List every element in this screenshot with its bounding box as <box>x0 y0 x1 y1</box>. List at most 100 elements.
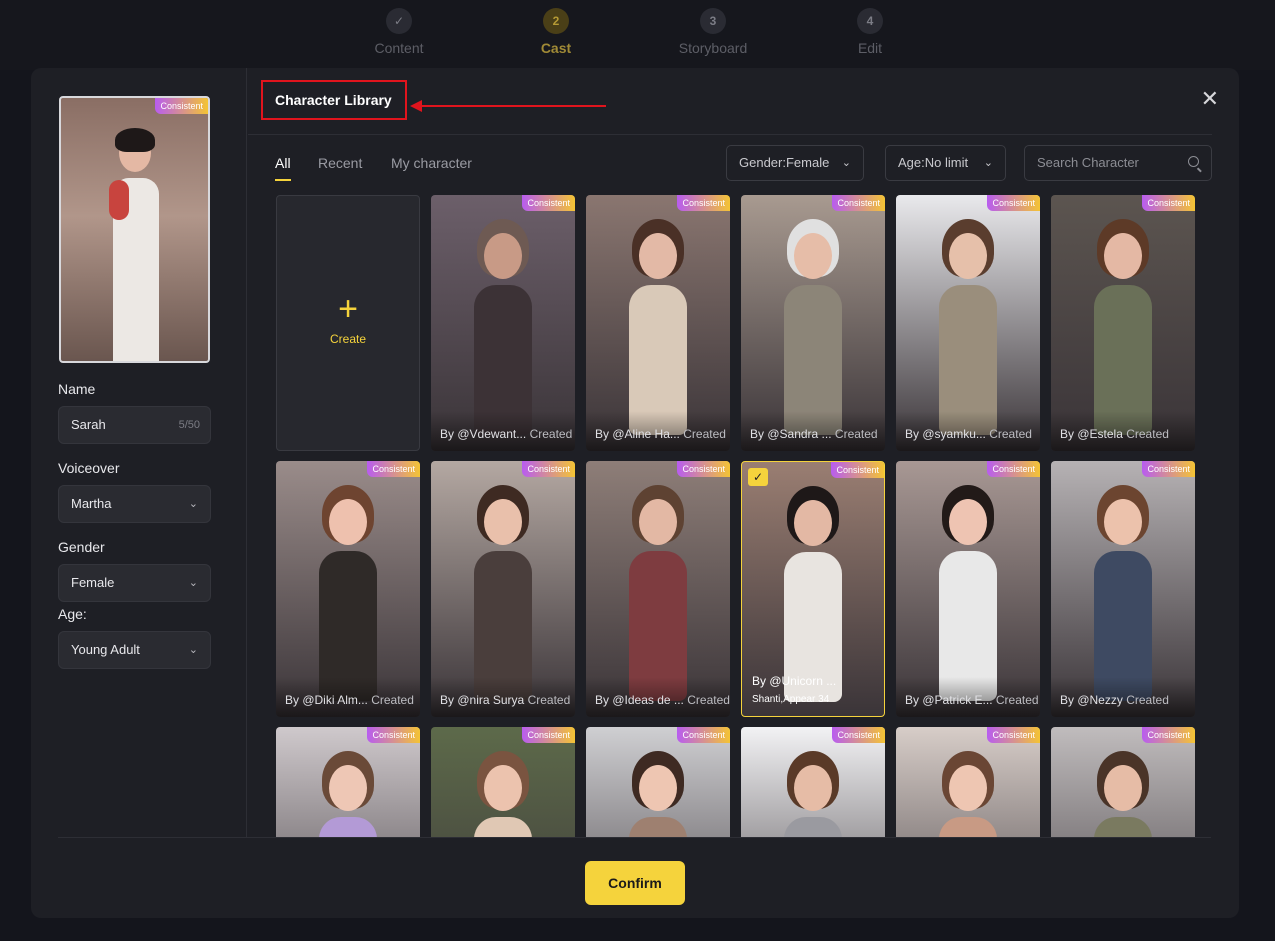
active-tab-indicator <box>275 179 291 181</box>
character-figure <box>95 128 175 361</box>
character-card[interactable]: Consistent By @Aline Ha... Created <box>586 195 730 451</box>
create-character-card[interactable]: + Create <box>276 195 420 451</box>
character-figure <box>1078 747 1168 838</box>
step-label: Storyboard <box>678 40 748 56</box>
character-card[interactable]: Consistent By @Vdewant... Created <box>431 195 575 451</box>
character-card[interactable]: Consistent By @Patrick E... Created <box>896 461 1040 717</box>
consistent-badge: Consistent <box>522 727 575 743</box>
name-value: Sarah <box>71 417 106 432</box>
consistent-badge: Consistent <box>1142 195 1195 211</box>
step-storyboard[interactable]: 3 Storyboard <box>653 8 773 56</box>
voiceover-value: Martha <box>71 496 112 511</box>
character-card[interactable]: Consistent By @syamku... Created <box>896 195 1040 451</box>
name-char-count: 5/50 <box>178 419 200 431</box>
library-panel: Character Library ✕ All Recent My charac… <box>248 68 1239 838</box>
step-number: 3 <box>700 8 726 34</box>
card-author: By @Diki Alm... Created <box>276 677 420 717</box>
character-details-panel: Consistent Name Sarah 5/50 Voiceover Mar… <box>31 68 247 838</box>
character-card[interactable]: Consistent By @Nezzy Created <box>1051 461 1195 717</box>
card-author: By @Unicorn ... <box>752 674 837 688</box>
chevron-down-icon: ⌄ <box>841 157 851 169</box>
voiceover-select[interactable]: Martha ⌄ <box>58 485 211 523</box>
character-figure <box>923 747 1013 838</box>
card-author: By @Aline Ha... Created <box>586 411 730 451</box>
step-label: Content <box>374 40 424 56</box>
character-card[interactable]: Consistent <box>586 727 730 838</box>
step-content[interactable]: ✓ Content <box>339 8 459 56</box>
checkmark-icon: ✓ <box>748 468 768 486</box>
consistent-badge: Consistent <box>155 98 208 114</box>
character-card[interactable]: Consistent <box>896 727 1040 838</box>
tab-all[interactable]: All <box>275 155 291 171</box>
consistent-badge: Consistent <box>1142 727 1195 743</box>
create-label: Create <box>329 332 367 346</box>
gender-select[interactable]: Female ⌄ <box>58 564 211 602</box>
step-number: 2 <box>543 8 569 34</box>
consistent-badge: Consistent <box>832 195 885 211</box>
wizard-stepper: ✓ Content 2 Cast 3 Storyboard 4 Edit <box>0 0 1275 70</box>
chevron-down-icon: ⌄ <box>983 157 993 169</box>
step-label: Edit <box>857 40 883 56</box>
search-character-input[interactable]: Search Character <box>1024 145 1212 181</box>
card-author: By @Vdewant... Created <box>431 411 575 451</box>
character-card[interactable]: Consistent By @Diki Alm... Created <box>276 461 420 717</box>
consistent-badge: Consistent <box>987 727 1040 743</box>
name-label: Name <box>58 381 96 397</box>
age-value: Young Adult <box>71 642 140 657</box>
consistent-badge: Consistent <box>832 727 885 743</box>
character-card[interactable]: Consistent <box>431 727 575 838</box>
card-subtitle: Shanti,Appear 34 <box>752 694 830 705</box>
header-divider <box>248 134 1212 135</box>
character-card[interactable]: Consistent <box>276 727 420 838</box>
check-icon: ✓ <box>386 8 412 34</box>
gender-label: Gender <box>58 539 105 555</box>
character-library-modal: Consistent Name Sarah 5/50 Voiceover Mar… <box>31 68 1239 918</box>
consistent-badge: Consistent <box>522 461 575 477</box>
close-icon[interactable]: ✕ <box>1201 86 1219 112</box>
chevron-down-icon: ⌄ <box>188 498 198 510</box>
name-input[interactable]: Sarah 5/50 <box>58 406 211 444</box>
character-card[interactable]: Consistent By @Estela Created <box>1051 195 1195 451</box>
voiceover-label: Voiceover <box>58 460 120 476</box>
chevron-down-icon: ⌄ <box>188 577 198 589</box>
gender-filter-select[interactable]: Gender:Female ⌄ <box>726 145 864 181</box>
card-author: By @Sandra ... Created <box>741 411 885 451</box>
consistent-badge: Consistent <box>367 461 420 477</box>
confirm-button[interactable]: Confirm <box>585 861 685 905</box>
character-figure <box>768 747 858 838</box>
age-filter-select[interactable]: Age:No limit ⌄ <box>885 145 1006 181</box>
character-figure <box>613 747 703 838</box>
step-label: Cast <box>540 40 572 56</box>
library-title: Character Library <box>275 92 392 108</box>
age-select[interactable]: Young Adult ⌄ <box>58 631 211 669</box>
consistent-badge: Consistent <box>987 461 1040 477</box>
consistent-badge: Consistent <box>1142 461 1195 477</box>
age-filter-value: Age:No limit <box>898 155 969 170</box>
search-icon <box>1188 156 1199 167</box>
chevron-down-icon: ⌄ <box>188 644 198 656</box>
search-placeholder: Search Character <box>1037 155 1139 170</box>
gender-filter-value: Gender:Female <box>739 155 830 170</box>
card-author: By @Nezzy Created <box>1051 677 1195 717</box>
card-author: By @Ideas de ... Created <box>586 677 730 717</box>
consistent-badge: Consistent <box>677 461 730 477</box>
card-author: By @syamku... Created <box>896 411 1040 451</box>
step-cast[interactable]: 2 Cast <box>496 8 616 56</box>
character-preview-image: Consistent <box>59 96 210 363</box>
tab-recent[interactable]: Recent <box>318 155 362 171</box>
character-card[interactable]: Consistent <box>741 727 885 838</box>
character-grid: + Create Consistent By @Vdewant... Create… <box>276 195 1200 838</box>
character-card[interactable]: Consistent By @nira Surya Created <box>431 461 575 717</box>
card-author: By @Estela Created <box>1051 411 1195 451</box>
tab-my-character[interactable]: My character <box>391 155 472 171</box>
character-card[interactable]: Consistent By @Ideas de ... Created <box>586 461 730 717</box>
character-figure <box>303 747 393 838</box>
character-card[interactable]: Consistent <box>1051 727 1195 838</box>
character-card[interactable]: Consistent By @Sandra ... Created <box>741 195 885 451</box>
character-card[interactable]: Consistent ✓ By @Unicorn ... Shanti,Appear … <box>741 461 885 717</box>
step-edit[interactable]: 4 Edit <box>810 8 930 56</box>
consistent-badge: Consistent <box>831 462 884 478</box>
footer-divider <box>58 837 1211 838</box>
character-figure <box>458 747 548 838</box>
step-number: 4 <box>857 8 883 34</box>
